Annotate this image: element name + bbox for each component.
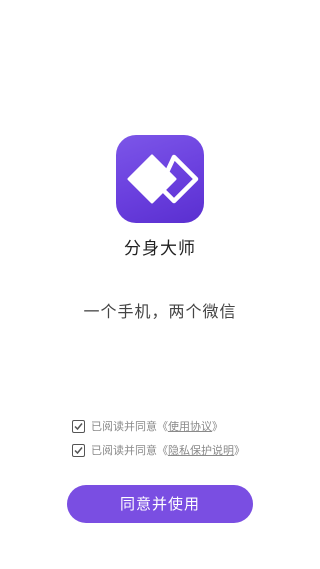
privacy-link[interactable]: 隐私保护说明: [168, 442, 234, 458]
checkmark-icon: [74, 446, 83, 454]
bracket-open: 《: [157, 444, 168, 457]
bracket-close: 》: [234, 444, 245, 457]
privacy-agreement-row[interactable]: 已阅读并同意 《 隐私保护说明 》: [72, 442, 245, 458]
agree-and-use-button[interactable]: 同意并使用: [67, 485, 253, 523]
slogan: 一个手机，两个微信: [83, 302, 237, 321]
bracket-close: 》: [212, 420, 223, 433]
agreement-prefix: 已阅读并同意: [91, 444, 157, 457]
agreement-prefix: 已阅读并同意: [91, 420, 157, 433]
app-logo: [116, 135, 204, 223]
terms-agreement-row[interactable]: 已阅读并同意 《 使用协议 》: [72, 418, 223, 434]
double-diamond-icon: [127, 154, 199, 204]
privacy-checkbox[interactable]: [72, 443, 85, 457]
bracket-open: 《: [157, 420, 168, 433]
terms-checkbox[interactable]: [72, 419, 85, 433]
app-name: 分身大师: [124, 239, 196, 259]
checkmark-icon: [74, 422, 83, 430]
terms-link[interactable]: 使用协议: [168, 418, 212, 434]
